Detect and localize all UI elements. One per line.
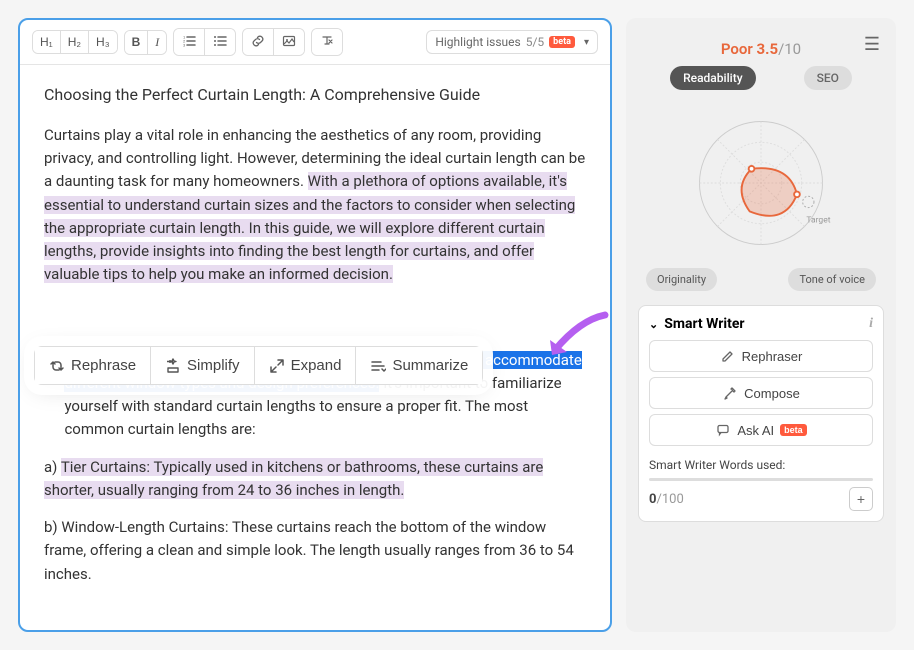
add-words-button[interactable]: + [849,487,873,511]
score-label: Poor [721,40,753,58]
chat-icon [715,422,731,438]
summarize-icon [370,358,386,374]
tab-seo[interactable]: SEO [804,66,852,90]
image-icon [281,33,297,49]
paragraph-intro: Curtains play a vital role in enhancing … [44,124,586,287]
paragraph-window-length: b) Window-Length Curtains: These curtain… [44,516,586,586]
highlighted-text: Tier Curtains: Typically used in kitchen… [44,458,543,499]
badge-tone[interactable]: Tone of voice [788,268,876,291]
highlight-count: 5/5 [526,35,544,49]
score-value: 3.5 [757,40,779,58]
panel-header[interactable]: ⌄ Smart Writer i [649,316,873,332]
info-icon[interactable]: i [869,316,873,332]
link-button[interactable] [243,29,273,55]
hamburger-icon: ☰ [864,34,880,55]
beta-badge: beta [549,36,575,48]
heading-2-button[interactable]: H₂ [60,31,88,53]
editor-panel: H₁ H₂ H₃ B I 123 Highlight issues 5/5 [18,18,612,632]
usage-bar [649,478,873,481]
clear-format-button[interactable] [312,29,342,55]
summarize-button[interactable]: Summarize [355,347,482,384]
target-label: Target [806,216,830,226]
rephrase-button[interactable]: Rephrase [35,347,150,384]
callout-arrow [540,310,610,365]
simplify-icon [165,358,181,374]
score-max: /10 [778,40,801,58]
tab-readability[interactable]: Readability [670,66,755,90]
smart-writer-panel: ⌄ Smart Writer i Rephraser Compose Ask A… [638,305,884,522]
edit-icon [720,348,736,364]
menu-button[interactable]: ☰ [864,34,880,55]
image-button[interactable] [273,29,304,55]
score-display: Poor 3.5/10 [638,40,884,58]
expand-icon [269,358,285,374]
document-title: Choosing the Perfect Curtain Length: A C… [44,83,586,108]
metric-badges: Originality Tone of voice [638,268,884,291]
unordered-list-icon [212,33,228,49]
link-icon [250,33,266,49]
badge-originality[interactable]: Originality [646,268,717,291]
expand-button[interactable]: Expand [254,347,356,384]
italic-button[interactable]: I [147,31,166,54]
heading-1-button[interactable]: H₁ [33,31,60,53]
usage-count: 0/100 [649,492,684,507]
ask-ai-button[interactable]: Ask AI beta [649,414,873,446]
usage-section: Smart Writer Words used: 0/100 + [649,458,873,511]
chevron-down-icon: ⌄ [649,318,658,331]
svg-text:3: 3 [183,43,186,48]
chevron-down-icon: ▾ [584,37,589,48]
rephrase-icon [49,358,65,374]
usage-label: Smart Writer Words used: [649,458,873,472]
editor-toolbar: H₁ H₂ H₃ B I 123 Highlight issues 5/5 [20,20,610,65]
clear-format-icon [319,33,335,49]
highlight-issues-dropdown[interactable]: Highlight issues 5/5 beta ▾ [426,30,598,54]
paragraph-tier: a) Tier Curtains: Typically used in kitc… [44,456,586,503]
panel-title: Smart Writer [664,316,744,332]
beta-badge: beta [780,424,807,436]
unordered-list-button[interactable] [204,29,235,55]
selection-toolbar: Rephrase Simplify Expand Summarize [34,346,483,385]
heading-3-button[interactable]: H₃ [88,31,117,53]
bold-button[interactable]: B [125,31,148,53]
highlight-label: Highlight issues [435,35,520,49]
rephraser-button[interactable]: Rephraser [649,340,873,372]
radar-chart: Target [638,98,884,268]
ordered-list-icon: 123 [181,33,197,49]
simplify-button[interactable]: Simplify [150,347,254,384]
compose-button[interactable]: Compose [649,377,873,409]
ordered-list-button[interactable]: 123 [174,29,204,55]
metric-tabs: Readability SEO [638,66,884,90]
sidebar-panel: ☰ Poor 3.5/10 Readability SEO [626,18,896,632]
compose-icon [722,385,738,401]
